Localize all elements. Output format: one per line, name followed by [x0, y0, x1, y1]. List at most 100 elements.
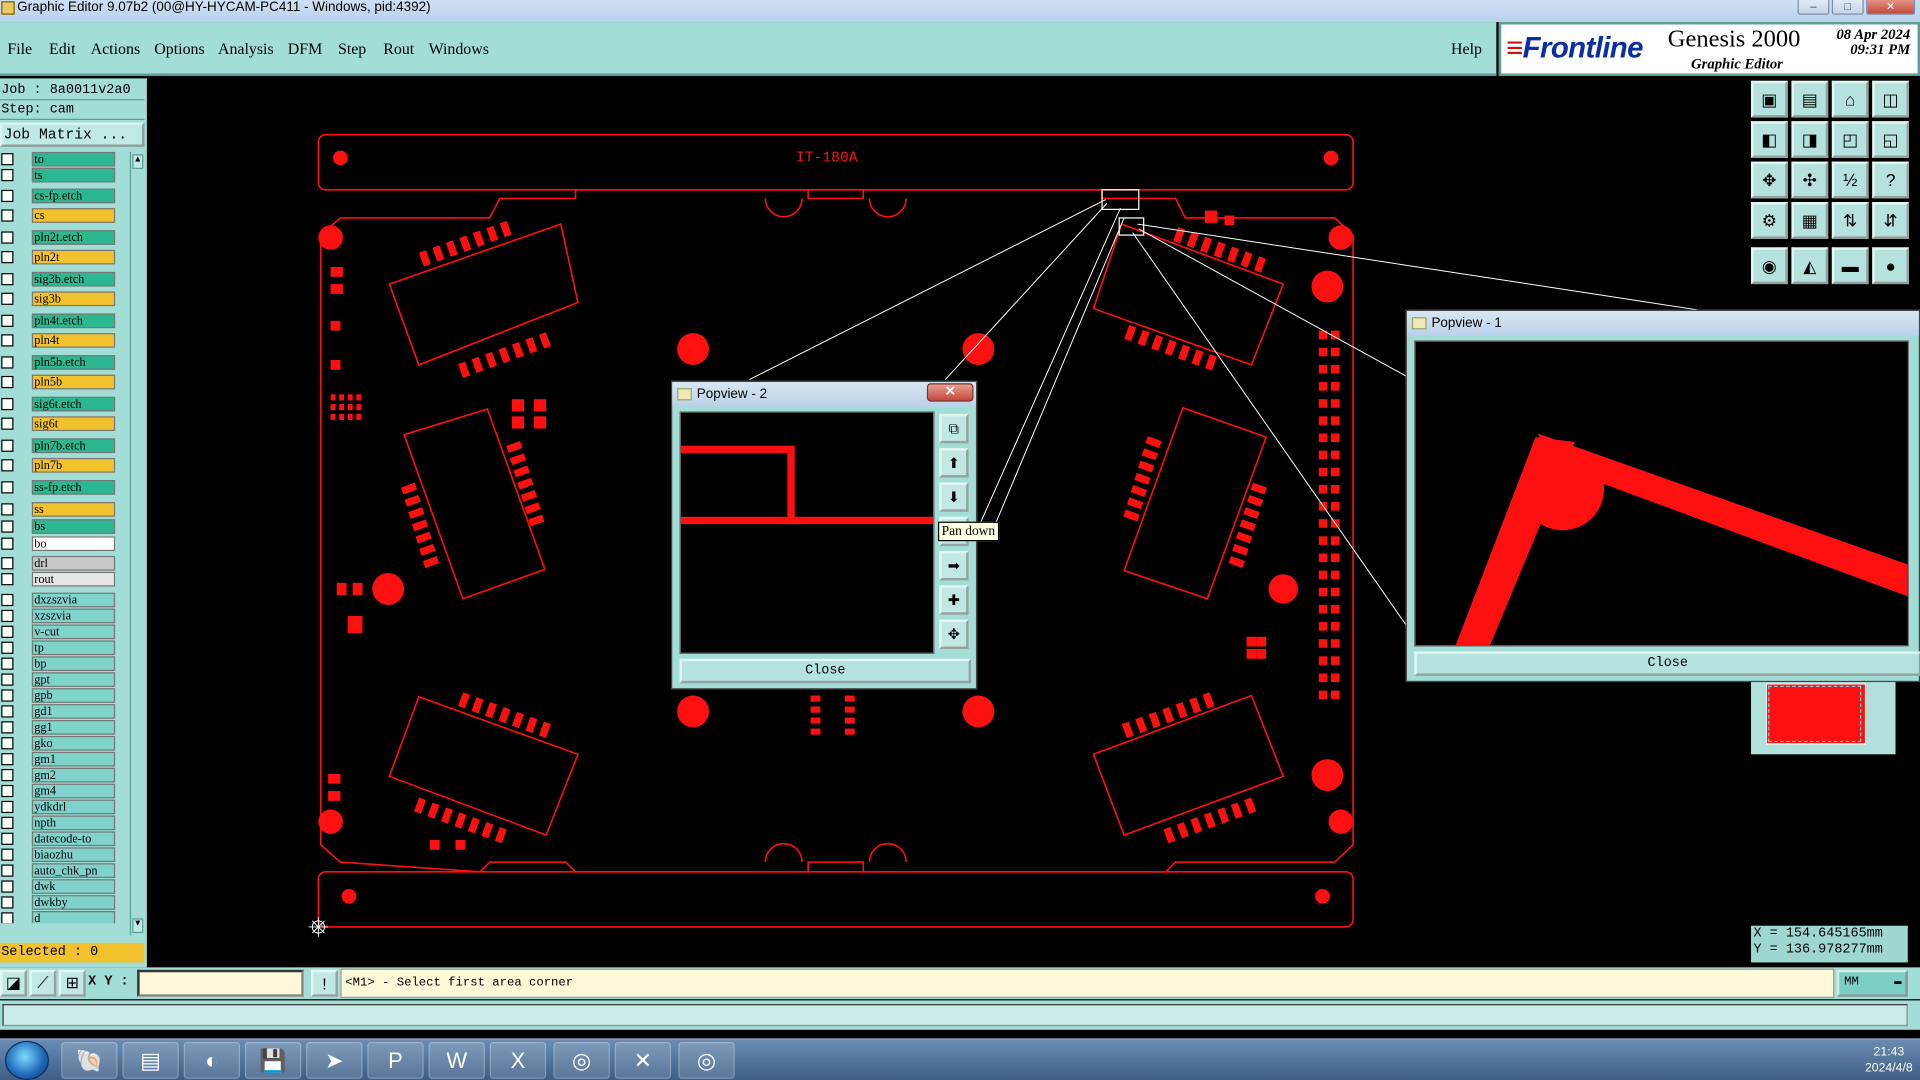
popview-2-close-button[interactable]: Close [679, 658, 972, 684]
taskbar-x-icon[interactable]: ✕ [614, 1042, 672, 1079]
layer-row[interactable]: ts [0, 167, 118, 183]
layer-name[interactable]: dwkby [31, 895, 116, 910]
layer-name[interactable]: gg1 [31, 720, 116, 735]
layer-name[interactable]: xzszvia [31, 608, 116, 624]
layer-name[interactable]: npth [31, 815, 116, 831]
tool-17-icon[interactable]: ◉ [1751, 247, 1788, 285]
layer-name[interactable]: gm2 [31, 767, 116, 783]
layer-row[interactable]: pln2t [0, 249, 118, 265]
layer-checkbox[interactable] [1, 231, 14, 244]
taskbar-app-icon[interactable]: ◐ [183, 1042, 241, 1079]
tool-15-icon[interactable]: ⇅ [1831, 202, 1869, 239]
menu-rout[interactable]: Rout [383, 39, 414, 59]
tool-16-icon[interactable]: ⇵ [1872, 202, 1909, 239]
layer-row[interactable]: gpb [0, 688, 118, 703]
layer-checkbox[interactable] [1, 784, 14, 798]
tool-3-icon[interactable]: ⌂ [1831, 80, 1869, 118]
layer-row[interactable]: sig6t [0, 416, 118, 432]
layer-name[interactable]: v-cut [31, 624, 116, 640]
layer-row[interactable]: gg1 [0, 720, 118, 735]
layer-name[interactable]: bp [31, 656, 116, 672]
layer-checkbox[interactable] [1, 573, 14, 586]
layer-row[interactable]: rout [0, 571, 118, 587]
layer-row[interactable]: npth [0, 815, 118, 831]
tool-19-icon[interactable]: ▬ [1831, 247, 1869, 285]
layer-name[interactable]: auto_chk_pn [31, 863, 116, 878]
layer-row[interactable]: sig3b [0, 291, 118, 307]
layer-checkbox[interactable] [1, 273, 14, 286]
tool-13-icon[interactable]: ⚙ [1751, 202, 1788, 239]
layer-name[interactable]: cs-fp.etch [31, 188, 116, 204]
layer-row[interactable]: drl [0, 555, 118, 571]
layer-row[interactable]: pln5b.etch [0, 355, 118, 370]
layer-name[interactable]: sig3b [31, 291, 116, 307]
layer-name[interactable]: pln2t.etch [31, 230, 116, 245]
layer-name[interactable]: dxzszvia [31, 592, 116, 608]
layer-row[interactable]: ss [0, 502, 118, 517]
layer-row[interactable]: bs [0, 519, 118, 534]
layer-row[interactable]: pln4t.etch [0, 313, 118, 329]
layer-name[interactable]: gm4 [31, 783, 116, 799]
tool-18-icon[interactable]: ◭ [1791, 247, 1829, 285]
tool-1-icon[interactable]: ▣ [1751, 80, 1788, 118]
popview-1-view[interactable] [1414, 340, 1909, 648]
mini-overview[interactable] [1751, 678, 1896, 755]
layer-name[interactable]: pln7b [31, 457, 116, 473]
menu-windows[interactable]: Windows [429, 39, 489, 59]
layer-list-scrollbar[interactable]: ▲ ▼ [129, 151, 145, 936]
layer-checkbox[interactable] [1, 537, 14, 550]
layer-checkbox[interactable] [1, 356, 14, 369]
layer-checkbox[interactable] [1, 705, 14, 718]
layer-row[interactable]: dwkby [0, 895, 118, 910]
zoom-out-icon[interactable]: ✥ [939, 619, 969, 649]
layer-checkbox[interactable] [1, 168, 14, 182]
layer-row[interactable]: sig6t.etch [0, 396, 118, 412]
layer-row[interactable]: gm4 [0, 783, 118, 799]
layer-checkbox[interactable] [1, 673, 14, 686]
layer-name[interactable]: gm1 [31, 751, 116, 767]
layer-checkbox[interactable] [1, 314, 14, 327]
layer-checkbox[interactable] [1, 880, 14, 893]
layer-checkbox[interactable] [1, 737, 14, 750]
snap-icon[interactable]: ◪ [0, 969, 27, 997]
tool-20-icon[interactable]: ● [1872, 247, 1909, 285]
layer-name[interactable]: pln5b.etch [31, 355, 116, 370]
layer-row[interactable]: sig3b.etch [0, 271, 118, 287]
layer-row[interactable]: gko [0, 735, 118, 751]
grid-icon[interactable]: ⊞ [58, 969, 86, 997]
tool-6-icon[interactable]: ◨ [1791, 121, 1829, 158]
tool-8-icon[interactable]: ◱ [1872, 121, 1909, 158]
menu-edit[interactable]: Edit [49, 39, 76, 59]
layer-name[interactable]: pln2t [31, 249, 116, 265]
menu-actions[interactable]: Actions [91, 39, 141, 59]
layer-name[interactable]: biaozhu [31, 847, 116, 863]
close-window-button[interactable]: ✕ [1866, 0, 1916, 15]
layer-row[interactable]: datecode-to [0, 831, 118, 847]
menu-help[interactable]: Help [1451, 39, 1482, 59]
layer-checkbox[interactable] [1, 816, 14, 829]
layer-row[interactable]: dxzszvia [0, 592, 118, 608]
layer-name[interactable]: ss-fp.etch [31, 480, 116, 495]
menu-options[interactable]: Options [154, 39, 204, 59]
layer-row[interactable]: ss-fp.etch [0, 480, 118, 495]
layer-checkbox[interactable] [1, 209, 14, 222]
start-button[interactable] [4, 1040, 49, 1080]
layer-name[interactable]: to [31, 151, 116, 167]
layer-name[interactable]: sig6t [31, 416, 116, 432]
layer-checkbox[interactable] [1, 189, 14, 203]
tool-2-icon[interactable]: ▤ [1791, 80, 1829, 118]
taskbar-arrow-icon[interactable]: ➤ [306, 1042, 363, 1079]
menu-dfm[interactable]: DFM [288, 39, 323, 59]
layer-row[interactable]: pln7b.etch [0, 438, 118, 454]
layer-row[interactable]: bp [0, 656, 118, 672]
layer-name[interactable]: gpb [31, 688, 116, 703]
layer-name[interactable]: bo [31, 536, 116, 552]
layer-row[interactable]: xzszvia [0, 608, 118, 624]
layer-name[interactable]: bs [31, 519, 116, 534]
taskbar-genesis-icon[interactable]: ◎ [553, 1042, 610, 1079]
layer-name[interactable]: sig6t.etch [31, 396, 116, 412]
job-matrix-button[interactable]: Job Matrix ... [0, 122, 145, 147]
layer-row[interactable]: pln4t [0, 333, 118, 348]
layer-checkbox[interactable] [1, 481, 14, 494]
layer-checkbox[interactable] [1, 251, 14, 264]
